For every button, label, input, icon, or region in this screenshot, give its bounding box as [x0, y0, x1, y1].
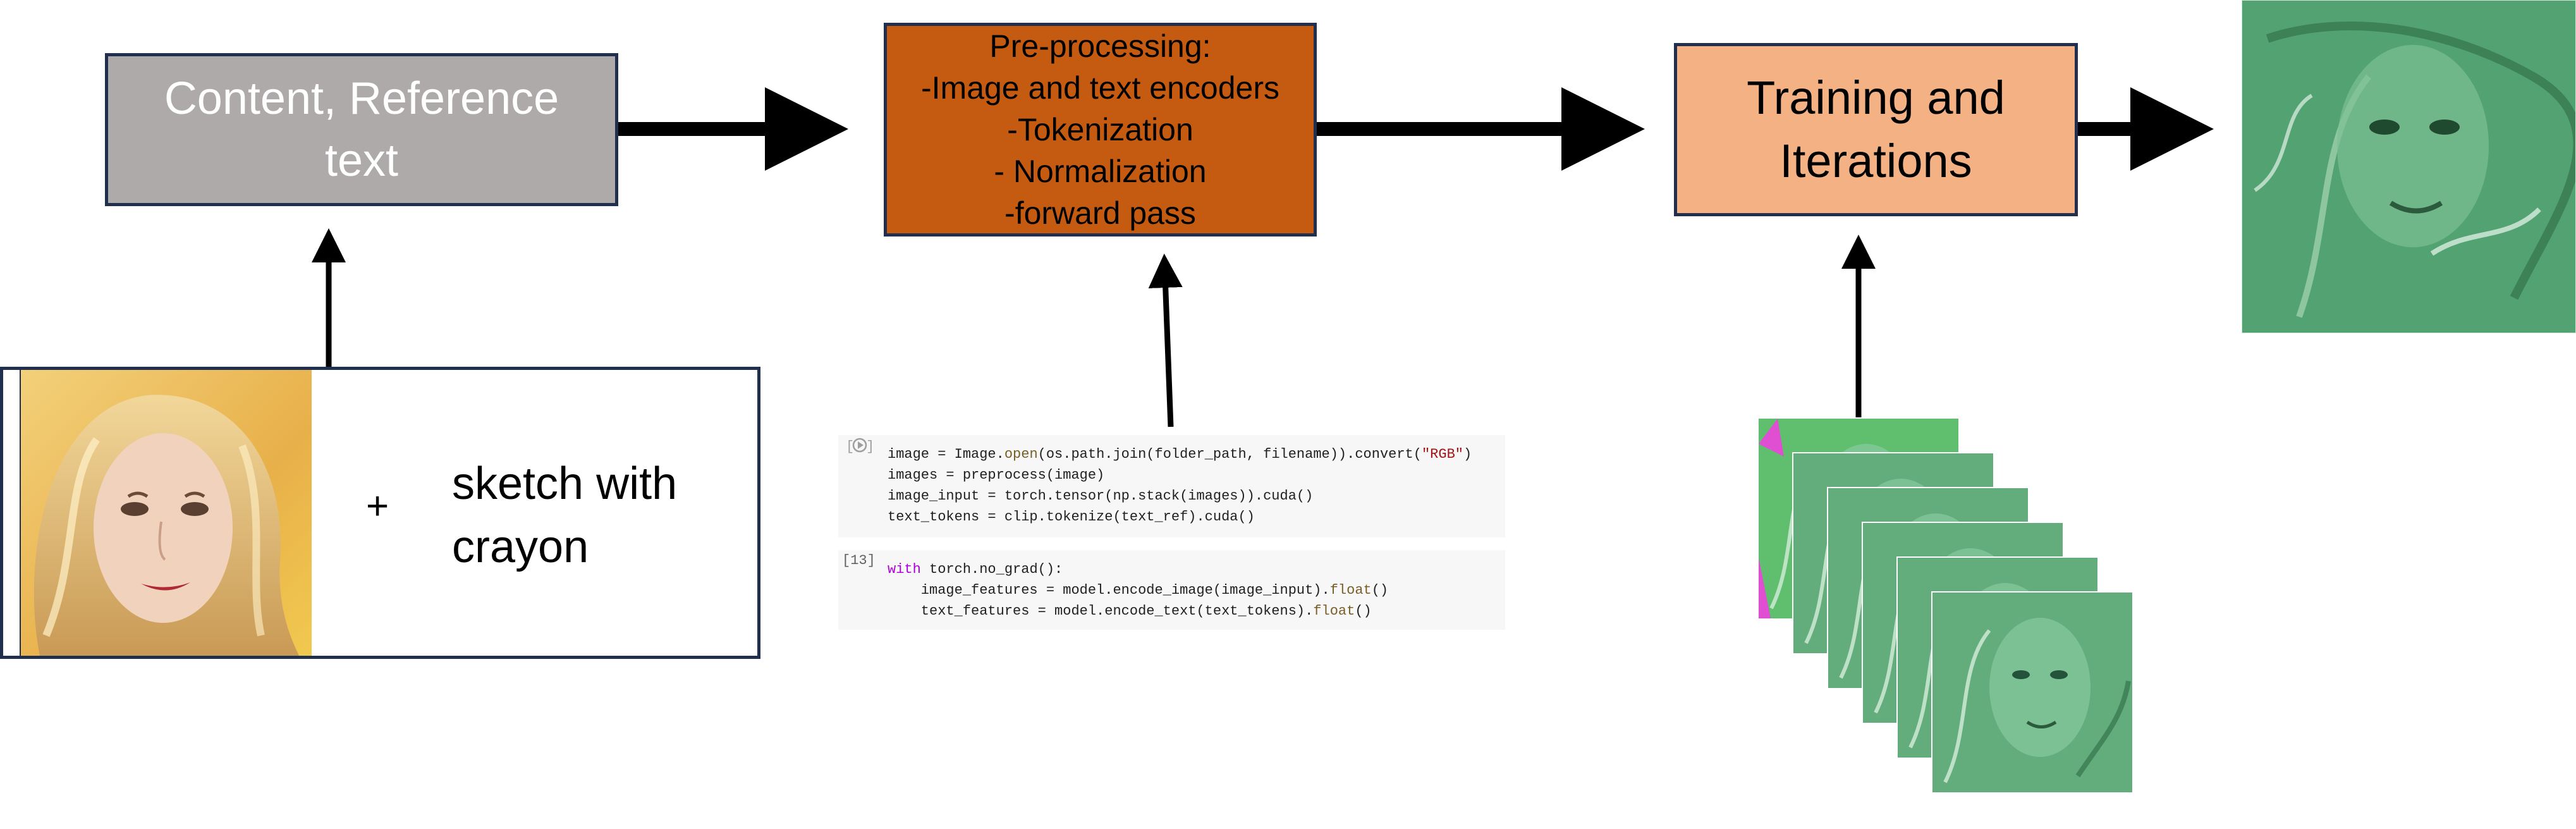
arrow-code-to-preprocess [1148, 254, 1183, 427]
input-panel: + sketch with crayon [0, 367, 760, 659]
preprocess-line-4: - Normalization [994, 154, 1207, 189]
code-line: text_features = model.encode_text(text_t… [838, 601, 1505, 622]
code-token: open [1004, 446, 1038, 462]
code-line: image_features = model.encode_image(imag… [838, 580, 1505, 601]
content-reference-box: Content, Reference text [105, 53, 618, 206]
code-token: float [1329, 582, 1372, 598]
preprocessing-box: Pre-processing: -Image and text encoders… [884, 23, 1317, 236]
code-cell-1: [ ] image = Image.open(os.path.join(fold… [838, 435, 1505, 537]
content-box-line-1: Content, Reference [164, 73, 559, 124]
style-prompt-text: sketch with crayon [452, 452, 717, 579]
input-panel-left-bar [3, 370, 21, 656]
code-line: with torch.no_grad(): [838, 559, 1505, 580]
preprocess-line-3: -Tokenization [1007, 112, 1193, 147]
training-line-2: Iterations [1779, 135, 1972, 187]
preprocess-line-5: -forward pass [1004, 195, 1196, 231]
code-token: () [1355, 603, 1372, 619]
code-cell-2: [13] with torch.no_grad(): image_feature… [838, 550, 1505, 630]
code-token: text_features = model.encode_text(text_t… [888, 603, 1314, 619]
code-token: () [1371, 582, 1389, 598]
code-token: image = Image. [888, 446, 1004, 462]
code-line: images = preprocess(image) [838, 465, 1505, 486]
code-token: with [888, 562, 921, 577]
code-line: image = Image.open(os.path.join(folder_p… [838, 444, 1505, 465]
code-token: text_tokens = clip.tokenize(text_ref).cu… [888, 509, 1255, 525]
portrait-graphic [21, 370, 312, 656]
preprocess-line-2: -Image and text encoders [921, 70, 1279, 106]
code-token: (os.path.join(folder_path, filename)).co… [1037, 446, 1422, 462]
content-portrait-image [21, 370, 312, 656]
training-iterations-box: Training and Iterations [1674, 43, 2078, 216]
preprocess-line-1: Pre-processing: [989, 28, 1211, 64]
code-line: text_tokens = clip.tokenize(text_ref).cu… [838, 507, 1505, 527]
iteration-image [1931, 591, 2133, 794]
plus-sign: + [366, 484, 389, 528]
code-line: image_input = torch.tensor(np.stack(imag… [838, 486, 1505, 507]
code-cell-2-lines: with torch.no_grad(): image_features = m… [838, 559, 1505, 622]
code-token: "RGB" [1421, 446, 1463, 462]
code-cell-1-lines: image = Image.open(os.path.join(folder_p… [838, 444, 1505, 527]
code-token: images = preprocess(image) [888, 467, 1105, 483]
code-token: float [1313, 603, 1355, 619]
code-token: image_input = torch.tensor(np.stack(imag… [888, 488, 1314, 504]
code-token: ) [1463, 446, 1472, 462]
style-prompt-line-1: sketch with [452, 458, 678, 509]
code-token: image_features = model.encode_image(imag… [888, 582, 1330, 598]
stylized-portrait-graphic [2242, 1, 2575, 333]
style-prompt-line-2: crayon [452, 522, 589, 572]
content-box-line-2: text [324, 135, 399, 186]
output-stylized-image [2242, 0, 2576, 333]
code-token: torch.no_grad(): [920, 562, 1063, 577]
training-line-1: Training and [1747, 71, 2005, 124]
